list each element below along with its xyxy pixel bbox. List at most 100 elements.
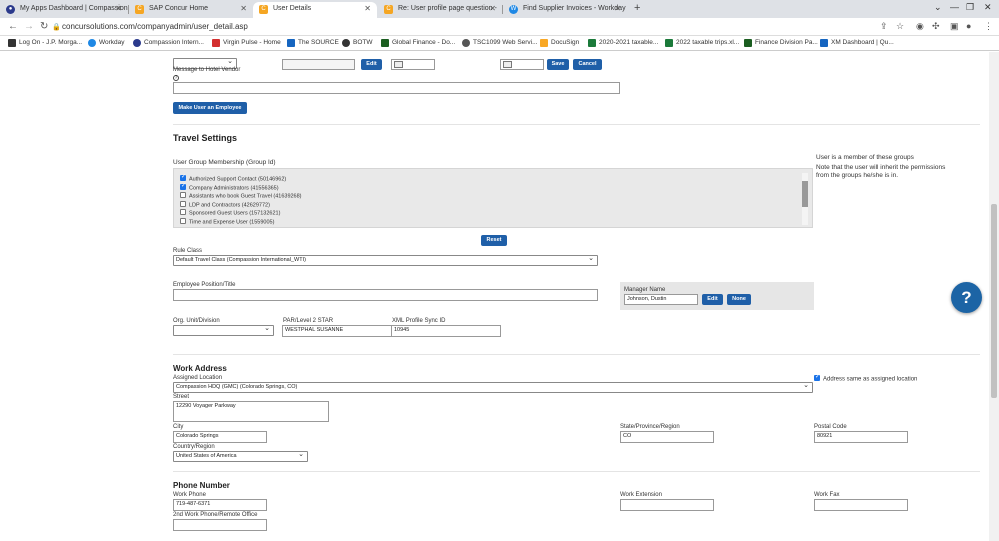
divider — [173, 124, 980, 125]
browser-tab-bar: ● My Apps Dashboard | Compassion ✕ C SAP… — [0, 0, 999, 18]
group-item[interactable]: Company Administrators (41556365) — [180, 182, 279, 191]
checkbox-checked[interactable] — [814, 373, 820, 381]
checkbox[interactable] — [180, 192, 186, 198]
country-select[interactable]: United States of America — [173, 451, 308, 462]
tab-search-icon[interactable]: ⌄ — [934, 2, 942, 13]
close-icon[interactable]: ✕ — [614, 2, 621, 16]
hotel-text-field[interactable] — [282, 59, 355, 70]
forward-arrow-icon[interactable]: → — [24, 21, 34, 32]
edit-button[interactable]: Edit — [361, 59, 382, 70]
work-phone-field[interactable]: 719-487-6371 — [173, 499, 267, 511]
profile-icon[interactable]: ● — [966, 21, 971, 31]
page-scrollbar[interactable] — [989, 52, 999, 541]
back-arrow-icon[interactable]: ← — [8, 21, 18, 32]
same-as-location-option[interactable]: Address same as assigned location — [814, 373, 917, 383]
close-icon[interactable]: ✕ — [489, 2, 496, 16]
bookmark-item[interactable]: 2020-2021 taxable... — [588, 39, 658, 47]
scrollbar-thumb[interactable] — [802, 181, 808, 207]
bookmark-icon — [540, 39, 548, 47]
group-item[interactable]: Time and Expense User (1559005) — [180, 217, 274, 225]
bookmark-item[interactable]: XM Dashboard | Qu... — [820, 39, 894, 47]
help-circle-icon[interactable]: ? — [173, 75, 179, 81]
checkbox[interactable] — [180, 209, 186, 215]
checkbox-checked[interactable] — [180, 182, 186, 190]
close-icon[interactable]: ✕ — [240, 2, 247, 16]
postal-code-field[interactable]: 80921 — [814, 431, 908, 443]
concur-icon: C — [384, 5, 393, 14]
tab-sap-concur-home[interactable]: C SAP Concur Home ✕ — [129, 2, 253, 18]
hotel-message-label: Message to Hotel Vendor — [173, 67, 241, 73]
bookmark-label: Compassion Intern... — [144, 39, 204, 46]
group-item[interactable]: Assistants who book Guest Travel (416392… — [180, 192, 302, 199]
menu-icon[interactable]: ⋮ — [984, 21, 993, 32]
manager-none-button[interactable]: None — [727, 294, 751, 305]
make-employee-button[interactable]: Make User an Employee — [173, 102, 247, 114]
close-icon[interactable]: ✕ — [364, 2, 371, 16]
bookmark-item[interactable]: DocuSign — [540, 39, 579, 47]
bookmark-item[interactable]: Finance Division Pa... — [744, 39, 818, 47]
checkbox[interactable] — [180, 200, 186, 207]
calendar-icon[interactable] — [503, 61, 512, 68]
street-field[interactable]: 12290 Voyager Parkway — [173, 401, 329, 422]
group-item[interactable]: Sponsored Guest Users (157132621) — [180, 209, 280, 216]
tab-user-details[interactable]: C User Details ✕ — [253, 2, 377, 18]
city-field[interactable]: Colorado Springs — [173, 431, 267, 443]
bookmark-item[interactable]: Virgin Pulse - Home — [212, 39, 281, 47]
puzzle-icon[interactable]: ✣ — [932, 21, 940, 32]
group-list-scrollbar[interactable] — [802, 173, 808, 225]
org-unit-select[interactable] — [173, 325, 274, 336]
cancel-button[interactable]: Cancel — [573, 59, 602, 70]
second-work-phone-field[interactable] — [173, 519, 267, 531]
bookmark-item[interactable]: Workday — [88, 39, 125, 47]
restore-icon[interactable]: ❐ — [966, 2, 974, 13]
position-label: Employee Position/Title — [173, 282, 236, 288]
bookmark-item[interactable]: Global Finance - Do... — [381, 39, 455, 47]
save-button[interactable]: Save — [547, 59, 569, 70]
bookmark-icon — [462, 39, 470, 47]
close-icon[interactable]: ✕ — [115, 2, 122, 16]
divider — [173, 354, 980, 355]
bookmark-item[interactable]: BOTW — [342, 39, 373, 47]
manager-edit-button[interactable]: Edit — [702, 294, 723, 305]
reload-icon[interactable]: ↻ — [40, 21, 48, 32]
group-item[interactable]: Authorized Support Contact (50146962) — [180, 173, 286, 182]
checkbox-checked[interactable] — [180, 173, 186, 181]
extension-o-icon[interactable]: ◉ — [916, 21, 924, 32]
manager-field[interactable]: Johnson, Dustin — [624, 294, 698, 305]
group-membership-list[interactable]: Authorized Support Contact (50146962) Co… — [173, 168, 813, 228]
bookmark-icon — [744, 39, 752, 47]
par-field[interactable]: WESTPHAL SUSANNE — [282, 325, 392, 337]
xml-sync-field[interactable]: 10945 — [391, 325, 501, 337]
tab-find-supplier-invoices[interactable]: W Find Supplier Invoices - Workday ✕ — [503, 2, 627, 18]
bookmark-item[interactable]: Compassion Intern... — [133, 39, 204, 47]
checkbox[interactable] — [180, 217, 186, 224]
scrollbar-thumb[interactable] — [991, 204, 997, 398]
hotel-message-field[interactable] — [173, 82, 620, 94]
state-field[interactable]: CO — [620, 431, 714, 443]
new-tab-icon[interactable]: + — [634, 2, 640, 14]
tab-my-apps-dashboard[interactable]: ● My Apps Dashboard | Compassion ✕ — [0, 2, 128, 18]
work-fax-field[interactable] — [814, 499, 908, 511]
group-item[interactable]: LDP and Contractors (42629772) — [180, 200, 270, 208]
calendar-icon[interactable] — [394, 61, 403, 68]
bookmark-label: Finance Division Pa... — [755, 39, 818, 46]
share-icon[interactable]: ⇪ — [880, 21, 888, 32]
url-field[interactable]: concursolutions.com/companyadmin/user_de… — [62, 22, 248, 31]
bookmark-item[interactable]: The SOURCE — [287, 39, 339, 47]
assigned-location-select[interactable]: Compassion HDQ (GMC) (Colorado Springs, … — [173, 382, 813, 393]
rule-class-select[interactable]: Default Travel Class (Compassion Interna… — [173, 255, 598, 266]
par-label: PAR/Level 2 STAR — [283, 318, 334, 324]
window-close-icon[interactable]: ✕ — [984, 2, 992, 13]
work-extension-field[interactable] — [620, 499, 714, 511]
tab-re-user-profile[interactable]: C Re: User profile page question - ✕ — [378, 2, 502, 18]
bookmark-item[interactable]: TSC1099 Web Servi... — [462, 39, 538, 47]
help-button[interactable]: ? — [951, 282, 982, 313]
position-field[interactable] — [173, 289, 598, 301]
bookmark-item[interactable]: 2022 taxable trips.xl... — [665, 39, 739, 47]
minimize-icon[interactable]: — — [950, 2, 959, 12]
star-icon[interactable]: ☆ — [896, 21, 904, 32]
sidepanel-icon[interactable]: ▣ — [950, 21, 959, 32]
reset-button[interactable]: Reset — [481, 235, 507, 246]
street-label: Street — [173, 394, 190, 400]
bookmark-item[interactable]: Log On - J.P. Morga... — [8, 39, 82, 47]
